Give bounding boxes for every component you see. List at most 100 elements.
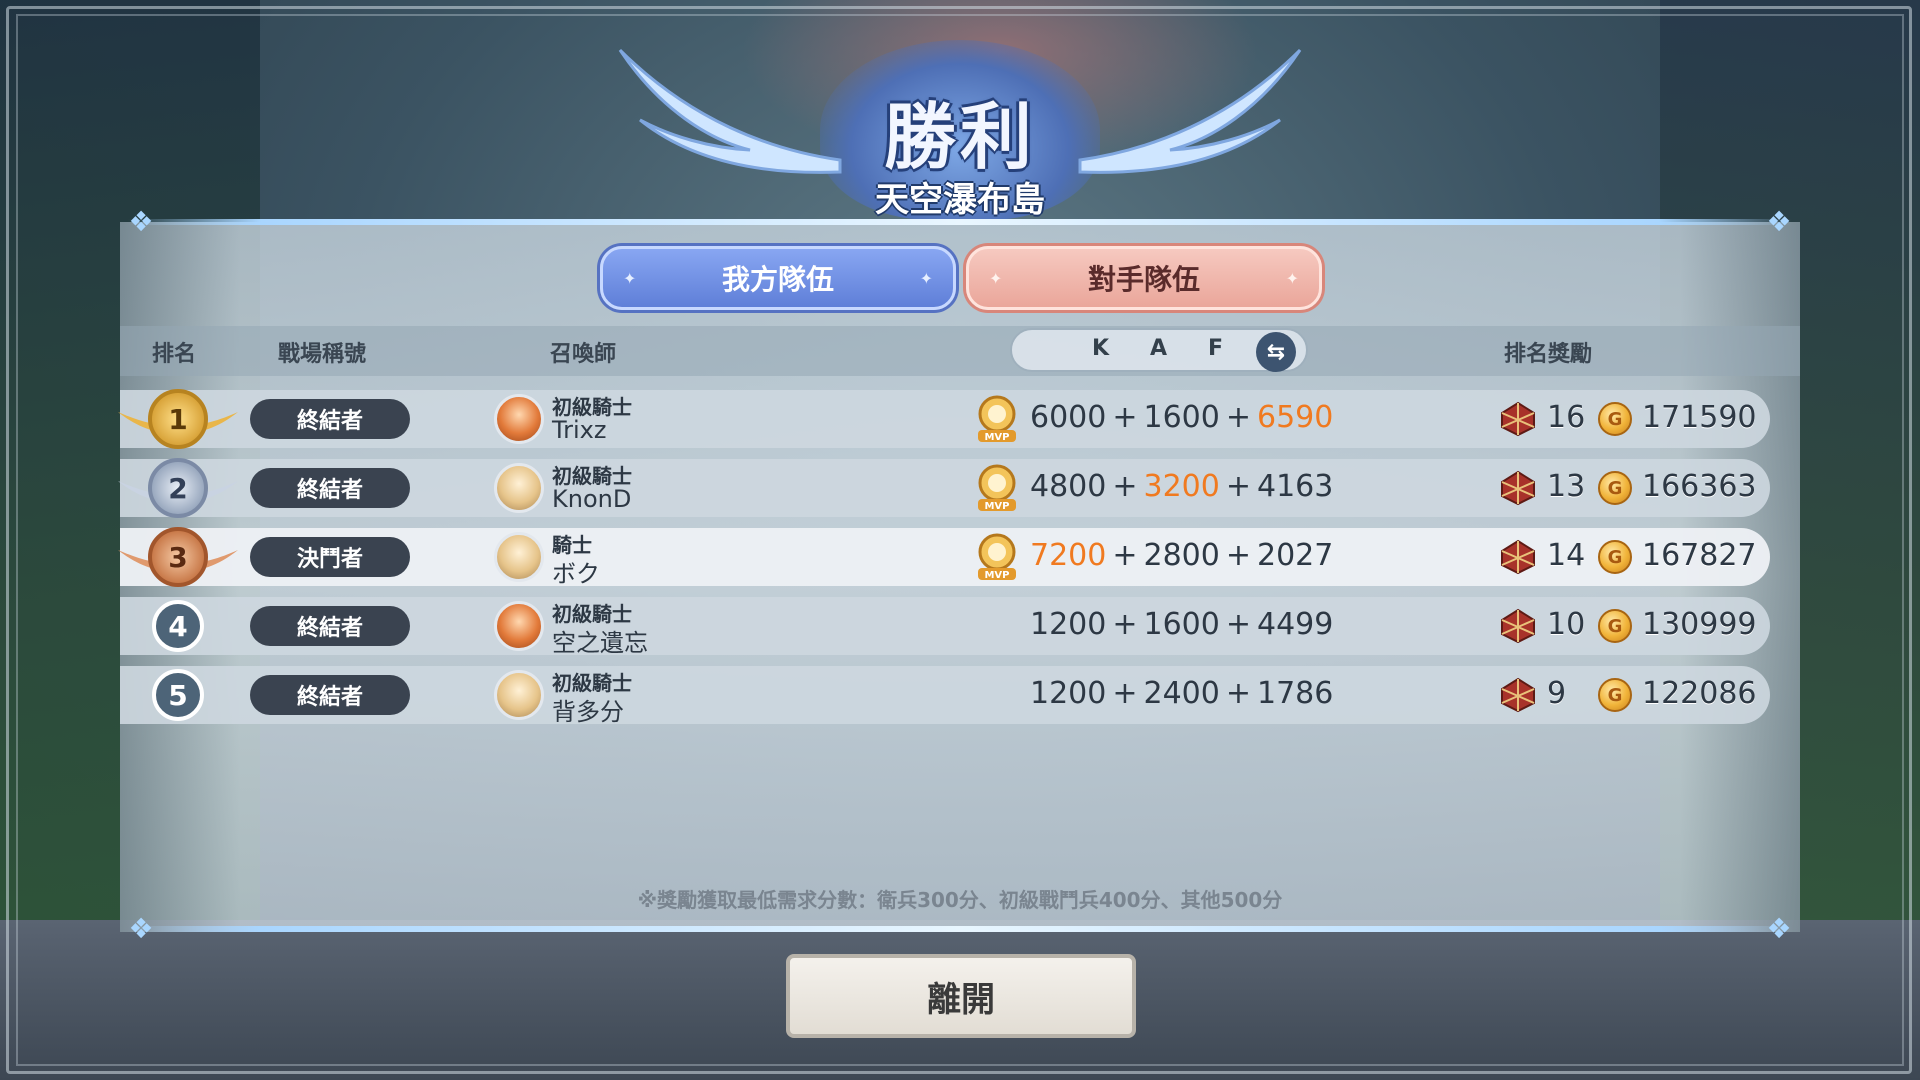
kaf-stats: 1200 +2400 +1786 <box>1030 676 1333 711</box>
stat-a: 1600 <box>1143 400 1220 435</box>
divider-ornament-icon: ❖ <box>1766 205 1792 238</box>
gold-coin-icon: G <box>1598 402 1632 436</box>
gold-amount: 130999 <box>1642 607 1757 642</box>
reward-crate-icon <box>1501 401 1535 437</box>
top-divider <box>128 219 1792 225</box>
header-rank: 排名 <box>152 342 197 367</box>
plus-sign: + <box>1112 676 1138 711</box>
gold-coin-icon: G <box>1598 609 1632 643</box>
plus-sign: + <box>1225 676 1251 711</box>
player-name: Trixz <box>552 416 607 444</box>
crate-count: 16 <box>1547 400 1586 435</box>
crate-count: 14 <box>1547 538 1586 573</box>
bottom-divider <box>128 926 1792 932</box>
sparkle-icon: ✦ <box>919 269 933 288</box>
crate-count: 13 <box>1547 469 1586 504</box>
sparkle-icon: ✦ <box>1285 269 1299 288</box>
rank-medal: 5 <box>152 669 204 721</box>
svg-text:MVP: MVP <box>984 501 1009 512</box>
stat-f: 4499 <box>1257 607 1334 642</box>
rank-medal: 1 <box>148 389 208 449</box>
svg-text:MVP: MVP <box>984 432 1009 443</box>
tab-own-team[interactable]: ✦ 我方隊伍 ✦ <box>600 246 956 310</box>
sparkle-icon: ✦ <box>989 269 1003 288</box>
stat-f: 2027 <box>1257 538 1334 573</box>
stat-f: 1786 <box>1257 676 1334 711</box>
battle-title-badge: 終結者 <box>250 399 410 439</box>
player-name: 背多分 <box>552 698 624 726</box>
battle-title-badge: 決鬥者 <box>250 537 410 577</box>
svg-text:MVP: MVP <box>984 570 1009 581</box>
stat-k: 7200 <box>1030 538 1107 573</box>
gold-amount: 171590 <box>1642 400 1757 435</box>
rank-medal: 2 <box>148 458 208 518</box>
header-f: F <box>1208 336 1224 361</box>
gold-amount: 122086 <box>1642 676 1757 711</box>
header-summoner: 召喚師 <box>550 342 617 367</box>
reward-crate-icon <box>1501 608 1535 644</box>
avatar[interactable] <box>494 532 544 582</box>
tab-opponent-team[interactable]: ✦ 對手隊伍 ✦ <box>966 246 1322 310</box>
kaf-stats: 1200 +1600 +4499 <box>1030 607 1333 642</box>
tab-opponent-team-label: 對手隊伍 <box>1087 263 1200 296</box>
leave-button[interactable]: 離開 <box>786 954 1136 1038</box>
battle-title-badge: 終結者 <box>250 468 410 508</box>
divider-ornament-icon: ❖ <box>128 912 154 945</box>
stat-k: 1200 <box>1030 607 1107 642</box>
gold-coin-icon: G <box>1598 540 1632 574</box>
plus-sign: + <box>1112 538 1138 573</box>
stat-f: 6590 <box>1257 400 1334 435</box>
avatar[interactable] <box>494 601 544 651</box>
mvp-badge-icon: MVP <box>978 395 1016 443</box>
stat-a: 2800 <box>1143 538 1220 573</box>
stat-k: 4800 <box>1030 469 1107 504</box>
kaf-stats: 7200 +2800 +2027 <box>1030 538 1333 573</box>
stat-k: 1200 <box>1030 676 1107 711</box>
reward-footnote: ※獎勵獲取最低需求分數：衛兵300分、初級戰鬥兵400分、其他500分 <box>637 888 1283 912</box>
divider-ornament-icon: ❖ <box>128 205 154 238</box>
swap-arrows-icon: ⇆ <box>1266 339 1286 365</box>
plus-sign: + <box>1225 607 1251 642</box>
player-name: ボク <box>552 560 600 588</box>
battle-title-badge: 終結者 <box>250 606 410 646</box>
gold-coin-icon: G <box>1598 678 1632 712</box>
gold-amount: 167827 <box>1642 538 1757 573</box>
player-name: KnonD <box>552 485 632 513</box>
header-k: K <box>1092 336 1110 361</box>
stat-a: 1600 <box>1143 607 1220 642</box>
battle-title-badge: 終結者 <box>250 675 410 715</box>
plus-sign: + <box>1225 538 1251 573</box>
header-rank-reward: 排名獎勵 <box>1504 342 1593 367</box>
map-name: 天空瀑布島 <box>875 180 1045 220</box>
plus-sign: + <box>1112 607 1138 642</box>
tab-own-team-label: 我方隊伍 <box>721 263 834 296</box>
plus-sign: + <box>1225 400 1251 435</box>
sparkle-icon: ✦ <box>623 269 637 288</box>
crate-count: 9 <box>1547 676 1567 711</box>
reward-crate-icon <box>1501 677 1535 713</box>
mvp-badge-icon: MVP <box>978 533 1016 581</box>
avatar[interactable] <box>494 670 544 720</box>
swap-stats-button[interactable]: ⇆ <box>1256 332 1296 372</box>
stat-a: 3200 <box>1143 469 1220 504</box>
plus-sign: + <box>1225 469 1251 504</box>
gold-amount: 166363 <box>1642 469 1757 504</box>
result-title: 勝利 <box>883 95 1036 179</box>
plus-sign: + <box>1112 469 1138 504</box>
avatar[interactable] <box>494 394 544 444</box>
divider-ornament-icon: ❖ <box>1766 912 1792 945</box>
kaf-stats: 6000 +1600 +6590 <box>1030 400 1333 435</box>
reward-crate-icon <box>1501 470 1535 506</box>
stat-k: 6000 <box>1030 400 1107 435</box>
stat-f: 4163 <box>1257 469 1334 504</box>
header-a: A <box>1150 336 1168 361</box>
player-name: 空之遺忘 <box>552 629 648 657</box>
rank-medal: 4 <box>152 600 204 652</box>
kaf-stats: 4800 +3200 +4163 <box>1030 469 1333 504</box>
mvp-badge-icon: MVP <box>978 464 1016 512</box>
rank-medal: 3 <box>148 527 208 587</box>
crate-count: 10 <box>1547 607 1586 642</box>
stat-a: 2400 <box>1143 676 1220 711</box>
gold-coin-icon: G <box>1598 471 1632 505</box>
avatar[interactable] <box>494 463 544 513</box>
